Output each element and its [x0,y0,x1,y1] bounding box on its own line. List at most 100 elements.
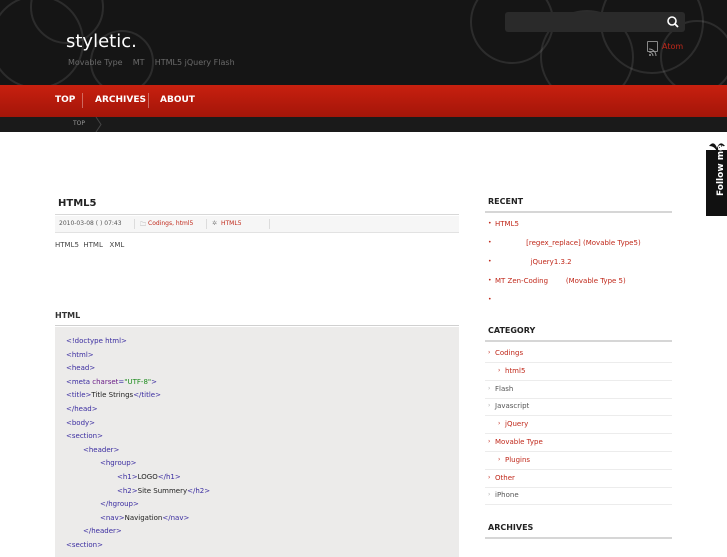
sidebar-divider [485,537,672,539]
breadcrumb-top-link[interactable]: TOP [73,120,85,127]
recent-item[interactable]: • jQuery1.3.2 [485,253,672,271]
category-item-label[interactable]: Other [495,474,515,482]
category-item-label[interactable]: Movable Type [495,438,543,446]
recent-item[interactable]: • [regex_replace] (Movable Type5) [485,234,672,252]
code-token: > [151,377,158,386]
sidebar-divider [485,211,672,213]
code-line: <body> [66,419,95,427]
bullet-icon: › [488,402,491,410]
category-item-label[interactable]: Plugins [505,456,530,464]
recent-item-label[interactable]: jQuery1.3.2 [495,258,572,266]
search-input[interactable] [505,12,685,32]
follow-me-tab[interactable]: Follow me [706,143,727,216]
code-line: <h1>LOGO</h1> [117,473,181,481]
code-line: </hgroup> [100,500,139,508]
bullet-icon: › [488,438,491,445]
code-line: <nav>Navigation</nav> [100,514,189,522]
code-token: <nav> [100,513,125,522]
bullet-icon: › [488,473,491,481]
category-item-label[interactable]: html5 [505,367,525,375]
category-item-label[interactable]: iPhone [495,491,519,499]
code-token: <title> [66,391,92,400]
code-token: </nav> [162,513,190,522]
code-token: <meta [66,377,93,386]
site-header: styletic. Movable Type MT HTML5 jQuery F… [0,0,727,85]
code-line: <title>Title Strings</title> [66,391,161,399]
archives-heading: ARCHIVES [488,523,534,532]
bullet-icon: › [488,349,491,356]
category-item[interactable]: › jQuery [485,415,672,435]
bullet-icon: • [488,220,492,227]
post-meta: 2010-03-08 ( ) 07:43 🗀 Codings, html5 ✲ … [55,216,459,233]
recent-item-label[interactable]: MT Zen-Coding (Movable Type 5) [495,277,626,285]
meta-divider [269,219,270,229]
category-item[interactable]: › Javascript [485,397,672,417]
post-date: 2010-03-08 ( ) 07:43 [59,220,122,227]
nav-divider [82,93,83,108]
category-heading: CATEGORY [488,326,536,335]
nav-item-top[interactable]: TOP [55,95,75,105]
category-item[interactable]: › Plugins [485,451,672,470]
code-token: <section> [66,432,103,441]
code-token: <header> [83,445,120,454]
category-item[interactable]: › Flash [485,380,672,399]
recent-item[interactable]: • [485,291,672,309]
code-line: <hgroup> [100,459,137,467]
category-item-label[interactable]: Javascript [495,402,529,410]
category-item[interactable]: › html5 [485,362,672,381]
chevron-right-icon [95,117,102,132]
code-token: <h2> [117,486,138,495]
site-tagline: Movable Type MT HTML5 jQuery Flash [68,58,235,67]
category-item[interactable]: › Other [485,469,672,488]
category-item-label[interactable]: jQuery [505,420,528,428]
search-button[interactable] [662,12,684,32]
code-token: LOGO [137,473,158,481]
bullet-icon: › [488,384,491,392]
code-token: </header> [83,527,122,536]
category-item[interactable]: › Codings [485,344,672,363]
atom-label[interactable]: Atom [662,42,683,51]
code-token: Site Summery [137,486,188,495]
post-categories[interactable]: Codings, html5 [148,220,193,227]
tag-icon: ✲ [212,220,218,227]
sidebar-divider [485,340,672,342]
code-line: </head> [66,405,98,413]
code-token: </title> [133,391,161,400]
code-token: <head> [66,364,96,373]
category-item-label[interactable]: Codings [495,349,523,357]
code-token: <section> [66,541,103,549]
category-item-label[interactable]: Flash [495,385,513,393]
folder-icon: 🗀 [140,221,147,228]
follow-me-label: Follow me [716,144,726,196]
nav-item-archives[interactable]: ARCHIVES [95,95,146,105]
meta-divider [206,219,207,229]
atom-feed-link[interactable]: Atom [647,41,683,57]
recent-item-label[interactable]: [regex_replace] (Movable Type5) [495,239,641,247]
code-token: </hgroup> [100,500,139,509]
code-token: <!doctype html> [66,337,127,345]
recent-heading: RECENT [488,197,524,206]
code-token: <html> [66,350,94,359]
post-tags[interactable]: HTML5 [221,220,242,227]
bullet-icon: • [488,239,492,246]
nav-item-about[interactable]: ABOUT [160,95,195,105]
recent-item[interactable]: • MT Zen-Coding (Movable Type 5) [485,272,672,290]
code-block: <!doctype html> <html> <head> <meta charset… [55,327,459,557]
main-nav: TOP ARCHIVES ABOUT [0,85,727,117]
code-line: <head> [66,364,95,372]
search-icon [667,16,679,28]
bullet-icon: › [498,366,501,374]
recent-item-label[interactable]: HTML5 [495,220,519,228]
site-logo[interactable]: styletic. [66,31,137,52]
code-token: Title Strings [91,391,134,400]
bullet-icon: › [498,420,501,428]
category-item[interactable]: › iPhone [485,486,672,506]
code-token: charset [92,377,119,386]
code-line: <header> [83,446,119,454]
recent-item[interactable]: • HTML5 [485,215,672,233]
category-item[interactable]: › Movable Type [485,433,672,452]
post-title[interactable]: HTML5 [58,198,96,209]
bullet-icon: • [488,296,492,303]
code-token: <h1> [117,473,138,481]
divider [55,214,459,215]
